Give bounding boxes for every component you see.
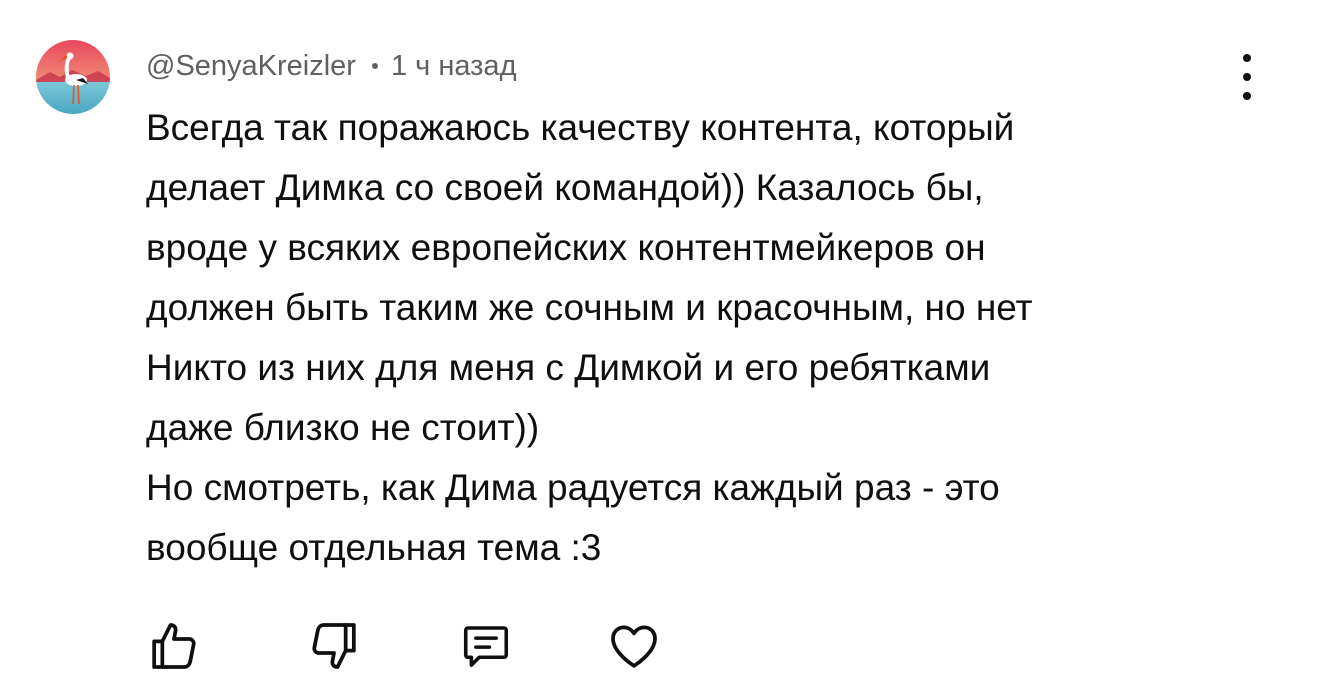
comment-timestamp[interactable]: 1 ч назад <box>391 50 517 83</box>
like-button[interactable] <box>140 612 208 680</box>
heart-button[interactable] <box>600 612 668 680</box>
comment-line: вроде у всяких европейских контентмейкер… <box>146 227 986 268</box>
more-vertical-icon <box>1243 54 1251 62</box>
comment-meta: @SenyaKreizler 1 ч назад <box>146 46 516 86</box>
reply-comment-icon <box>463 626 509 667</box>
thumbs-up-icon <box>152 623 196 669</box>
author-name[interactable]: @SenyaKreizler <box>146 50 356 83</box>
heart-icon <box>611 625 657 668</box>
thumbs-down-icon <box>312 623 356 669</box>
comment-line: даже близко не стоит)) <box>146 407 540 448</box>
comment-line: Всегда так поражаюсь качеству контента, … <box>146 107 1015 148</box>
dislike-button[interactable] <box>300 612 368 680</box>
comment-actions <box>140 612 700 680</box>
separator-dot <box>371 63 378 69</box>
comment-line: Никто из них для меня с Димкой и его реб… <box>146 347 991 388</box>
reply-button[interactable] <box>452 612 520 680</box>
comment-line: делает Димка со своей командой)) Казалос… <box>146 167 984 208</box>
comment-text: Всегда так поражаюсь качеству контента, … <box>146 98 1256 578</box>
comment-line: вообще отдельная тема :3 <box>146 527 602 568</box>
more-options-button[interactable] <box>1230 54 1264 100</box>
comment-line: должен быть таким же сочным и красочным,… <box>146 287 1033 328</box>
comment-line: Но смотреть, как Дима радуется каждый ра… <box>146 467 1000 508</box>
avatar[interactable] <box>36 40 110 114</box>
stork-avatar-icon <box>36 40 110 114</box>
